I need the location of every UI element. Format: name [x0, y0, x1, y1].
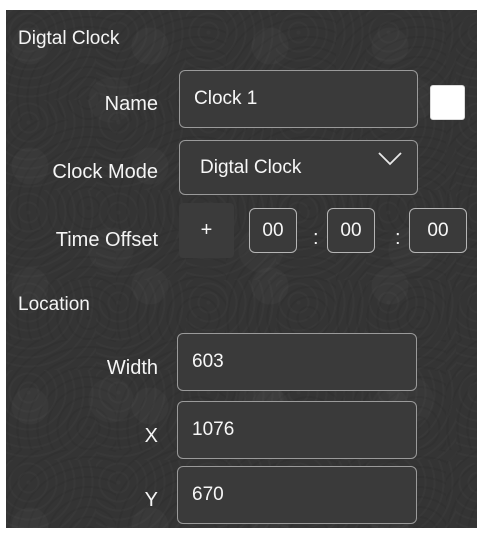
name-input[interactable]: Clock 1 — [179, 70, 418, 128]
y-input-value: 670 — [192, 484, 224, 505]
y-label: Y — [144, 489, 158, 511]
clock-mode-select[interactable]: Digtal Clock — [179, 140, 418, 195]
offset-hours-input[interactable]: 00 — [249, 208, 297, 253]
width-input-value: 603 — [192, 351, 224, 372]
clock-mode-label: Clock Mode — [52, 161, 158, 183]
time-separator: : — [313, 227, 319, 249]
clock-settings-panel: Digtal Clock Name Clock 1 Clock Mode Dig… — [6, 10, 477, 528]
x-input-value: 1076 — [192, 419, 235, 440]
offset-sign-button[interactable]: + — [179, 203, 234, 258]
name-label: Name — [104, 93, 158, 115]
width-input[interactable]: 603 — [177, 333, 417, 391]
section-title-digital-clock: Digtal Clock — [18, 28, 120, 49]
width-label: Width — [106, 357, 158, 379]
y-position-input[interactable]: 670 — [177, 466, 417, 524]
time-offset-label: Time Offset — [55, 229, 158, 251]
name-input-value: Clock 1 — [194, 88, 258, 109]
time-separator: : — [395, 227, 401, 249]
clock-enabled-checkbox[interactable] — [430, 85, 465, 120]
offset-minutes-input[interactable]: 00 — [327, 208, 375, 253]
x-position-input[interactable]: 1076 — [177, 401, 417, 459]
chevron-down-icon — [378, 152, 402, 166]
section-title-location: Location — [18, 294, 90, 315]
offset-seconds-input[interactable]: 00 — [409, 208, 467, 253]
x-label: X — [144, 425, 158, 447]
clock-mode-selected: Digtal Clock — [200, 156, 302, 178]
